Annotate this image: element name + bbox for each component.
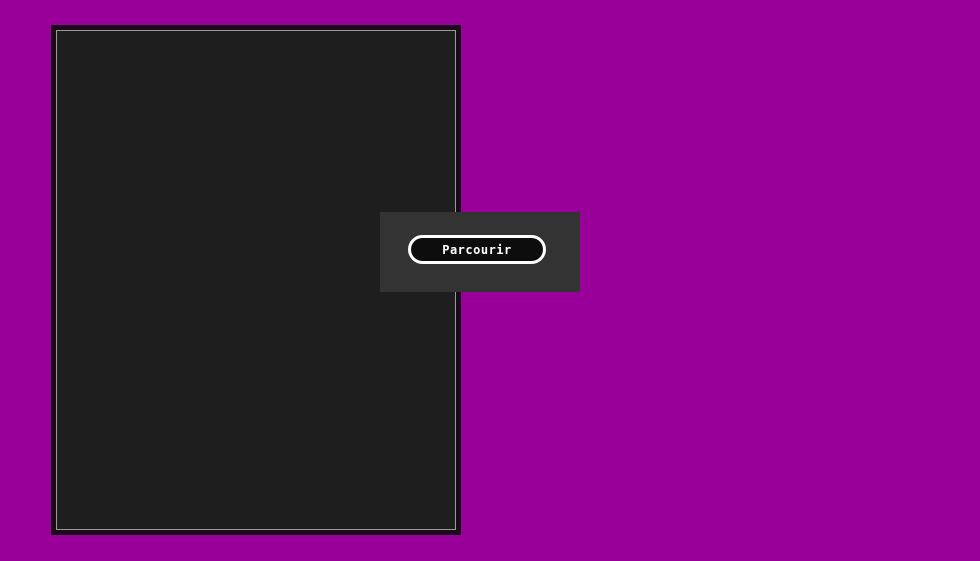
page-background: Parcourir (0, 0, 980, 561)
file-picker-popup: Parcourir (380, 212, 580, 292)
browse-button[interactable]: Parcourir (408, 235, 546, 264)
